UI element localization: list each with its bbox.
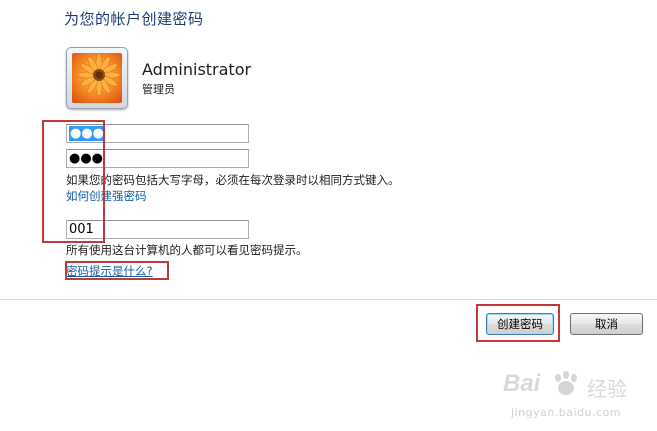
caps-lock-note: 如果您的密码包括大写字母，必须在每次登录时以相同方式键入。 (66, 173, 400, 187)
cancel-button[interactable]: 取消 (570, 313, 643, 335)
watermark-url: jingyan.baidu.com (511, 406, 622, 419)
baidu-watermark: Bai 经验 jingyan.baidu.com (503, 368, 653, 428)
watermark-brand-right: 经验 (587, 377, 627, 401)
user-name: Administrator (142, 60, 252, 79)
hint-visibility-note: 所有使用这台计算机的人都可以看见密码提示。 (66, 243, 308, 257)
password-hint-link[interactable]: 密码提示是什么? (66, 263, 153, 279)
password-dots: ●●● (69, 126, 106, 141)
watermark-brand-left: Bai (503, 370, 541, 397)
divider (0, 299, 657, 300)
password-hint-field[interactable]: 001 (66, 220, 249, 239)
user-flower-avatar-icon (72, 53, 122, 103)
page-title: 为您的帐户创建密码 (64, 10, 204, 28)
password-dots: ●●● (69, 151, 104, 166)
user-role: 管理员 (142, 83, 175, 96)
password-hint-value: 001 (69, 222, 94, 237)
user-avatar (66, 47, 128, 109)
create-password-button[interactable]: 创建密码 (486, 313, 554, 335)
strong-password-link[interactable]: 如何创建强密码 (66, 188, 147, 204)
new-password-field[interactable]: ●●● (66, 124, 249, 143)
confirm-password-field[interactable]: ●●● (66, 149, 249, 168)
flower-icon (72, 53, 122, 103)
create-password-window: 为您的帐户创建密码 Administrator 管理员 ●●● ●●● 如果您的… (0, 0, 657, 431)
baidu-paw-icon (555, 371, 577, 395)
